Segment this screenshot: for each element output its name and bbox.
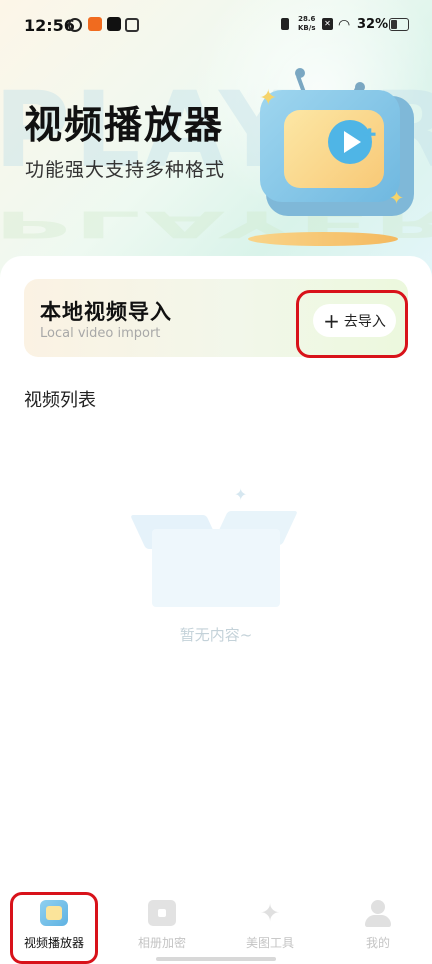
- tab-label: 我的: [365, 936, 390, 950]
- sync-icon: [68, 18, 82, 32]
- tab-profile[interactable]: 我的: [324, 888, 432, 958]
- page-subtitle: 功能强大支持多种格式: [25, 159, 226, 181]
- calendar-icon: [125, 18, 139, 32]
- tab-photo-tools[interactable]: ✦ 美图工具: [216, 888, 324, 958]
- empty-state-text: 暂无内容~: [179, 626, 253, 644]
- tv-pedestal: [248, 232, 398, 246]
- sim-x-icon: ✕: [322, 18, 333, 30]
- network-speed-value: 28.6: [298, 15, 316, 23]
- vibrate-icon: [281, 18, 289, 30]
- network-speed-unit: KB/s: [298, 24, 316, 32]
- tab-video-player-highlight: [10, 892, 98, 964]
- wifi-icon: ◠: [338, 17, 351, 33]
- album-lock-icon: [148, 900, 176, 926]
- empty-box-icon: ✦: [130, 485, 298, 611]
- video-list-heading: 视频列表: [24, 390, 96, 411]
- tv-antenna-ball-left: [295, 68, 305, 78]
- import-card-subtitle: Local video import: [40, 326, 161, 341]
- app-notification-icon: [88, 17, 102, 31]
- battery-icon: [389, 18, 409, 31]
- status-bar: 12:56 28.6 KB/s ✕ ◠ 32%: [0, 0, 432, 50]
- page-title: 视频播放器: [24, 103, 225, 147]
- tab-label: 相册加密: [137, 936, 186, 950]
- home-indicator[interactable]: [156, 957, 276, 961]
- battery-percent: 32%: [357, 17, 389, 32]
- tab-label: 美图工具: [245, 936, 294, 950]
- import-card-title: 本地视频导入: [40, 300, 172, 324]
- tab-album-encrypt[interactable]: 相册加密: [108, 888, 216, 958]
- plus-badge-icon: ✚: [363, 125, 377, 144]
- photo-wand-icon: ✦: [259, 899, 281, 927]
- profile-icon: [364, 900, 392, 927]
- import-button-highlight: [296, 290, 408, 358]
- sparkle-icon: ✦: [259, 86, 278, 111]
- tiktok-icon: [107, 17, 121, 31]
- sparkle-icon-small: ✦: [389, 188, 405, 209]
- network-speed: 28.6 KB/s: [298, 15, 315, 33]
